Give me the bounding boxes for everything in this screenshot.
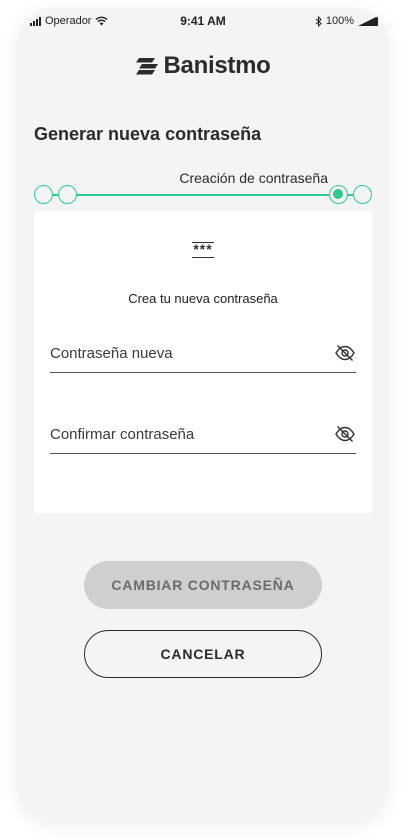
progress-stepper: Creación de contraseña (18, 166, 388, 206)
cancel-button[interactable]: CANCELAR (84, 630, 322, 678)
step-4-dot (353, 185, 372, 204)
step-label: Creación de contraseña (179, 170, 328, 186)
eye-off-icon[interactable] (334, 342, 356, 364)
password-icon-text: *** (192, 241, 214, 258)
status-right: 100% (315, 15, 378, 27)
banistmo-logo-icon (135, 58, 158, 75)
eye-off-icon[interactable] (334, 423, 356, 445)
battery-icon (358, 16, 378, 26)
step-2-dot (58, 185, 77, 204)
new-password-input[interactable] (50, 341, 320, 365)
step-3-dot-active (329, 185, 348, 204)
change-password-button[interactable]: CAMBIAR CONTRASEÑA (84, 561, 322, 609)
phone-frame: Operador 9:41 AM 100% Banistmo Generar n… (18, 8, 388, 820)
step-1-dot (34, 185, 53, 204)
page-title: Generar nueva contraseña (34, 124, 262, 144)
step-line (46, 194, 360, 196)
status-bar: Operador 9:41 AM 100% (18, 8, 388, 36)
bluetooth-icon (315, 15, 322, 27)
confirm-password-input[interactable] (50, 422, 320, 446)
password-asterisks-icon: *** (34, 241, 372, 258)
confirm-password-field (50, 418, 356, 454)
brand-name: Banistmo (163, 52, 271, 79)
password-card: *** Crea tu nueva contraseña (34, 211, 372, 513)
battery-percent: 100% (325, 15, 354, 27)
brand-logo: Banistmo (18, 52, 388, 80)
new-password-field (50, 337, 356, 373)
card-heading: Crea tu nueva contraseña (128, 291, 278, 306)
